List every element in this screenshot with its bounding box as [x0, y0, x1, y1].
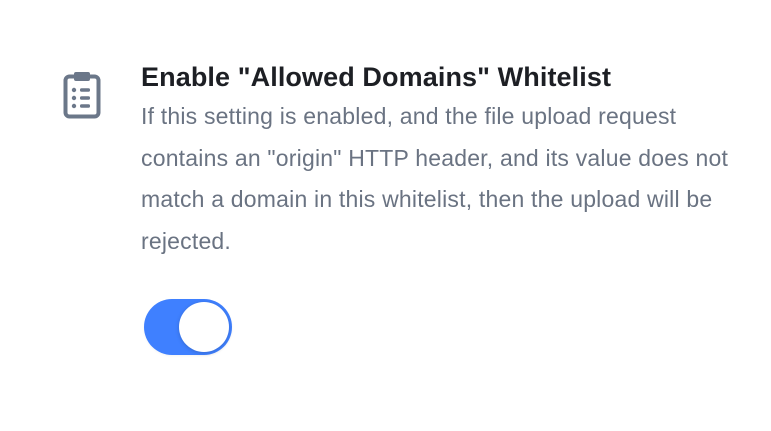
whitelist-toggle[interactable]: [144, 299, 232, 355]
toggle-knob: [179, 302, 229, 352]
setting-description: If this setting is enabled, and the file…: [141, 103, 729, 254]
setting-card: Enable "Allowed Domains" Whitelist If th…: [0, 0, 771, 431]
setting-title: Enable "Allowed Domains" Whitelist: [141, 62, 612, 92]
clipboard-list-icon: [62, 70, 102, 120]
